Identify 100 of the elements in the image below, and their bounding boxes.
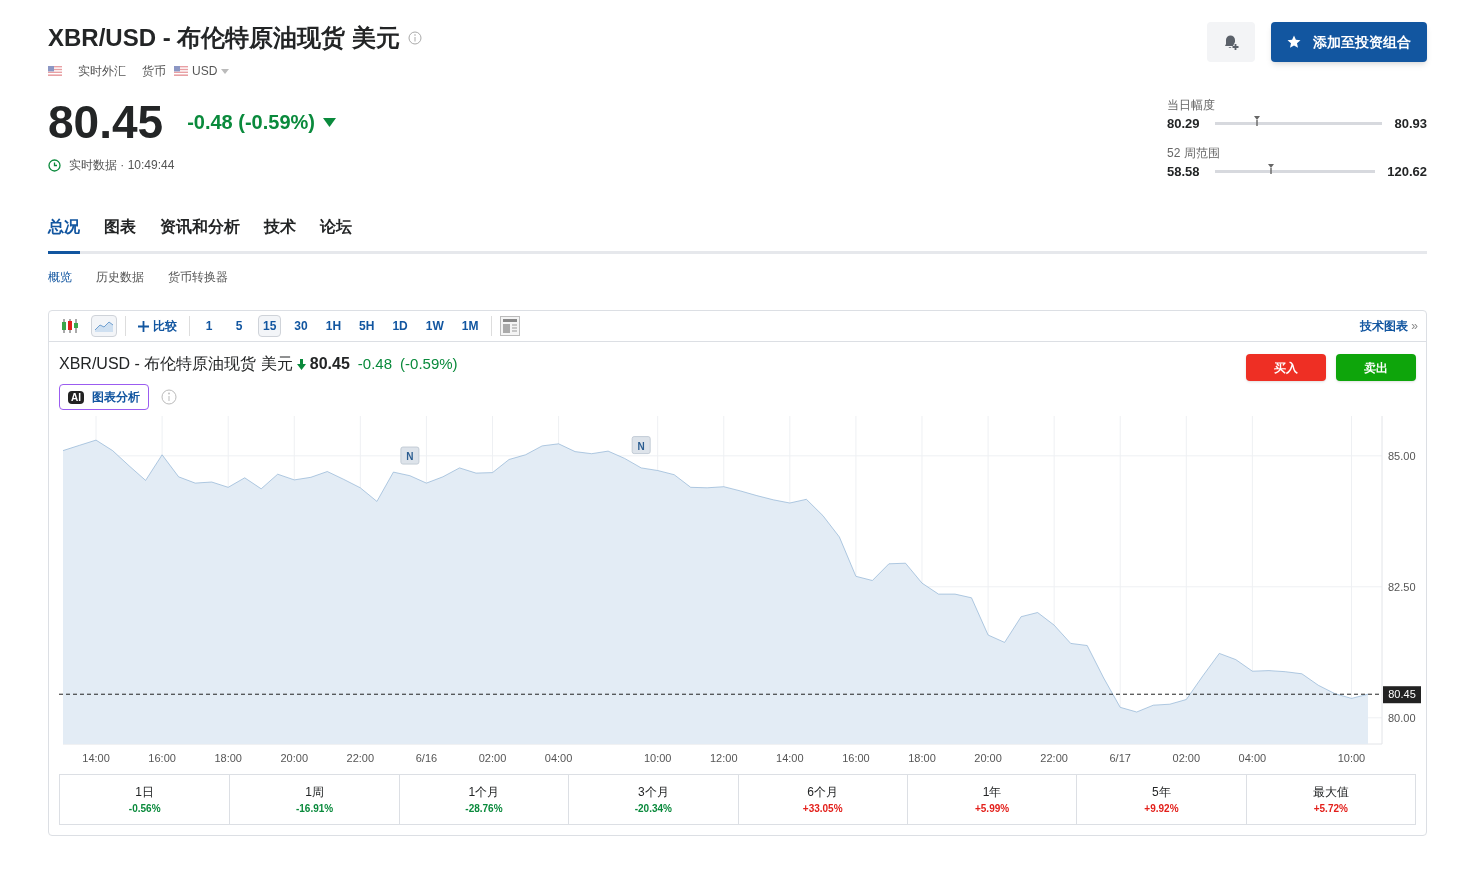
- last-price: 80.45: [48, 96, 164, 148]
- current-price-tag: 80.45: [1383, 686, 1421, 704]
- chart-change-percent: (-0.59%): [400, 353, 458, 374]
- news-marker[interactable]: N: [631, 436, 651, 455]
- period-label: 5年: [1152, 784, 1171, 801]
- nav-tab[interactable]: 总况: [48, 215, 80, 254]
- interval-button[interactable]: 15: [258, 315, 282, 337]
- annotation: N: [637, 440, 645, 452]
- x-axis-label: 6/17: [1109, 752, 1131, 764]
- range-label: 52 周范围: [1167, 144, 1221, 162]
- x-axis-label: 14:00: [776, 752, 804, 764]
- period-label: 1日: [135, 784, 155, 801]
- info-icon[interactable]: [408, 31, 422, 45]
- period-change: +5.72%: [1313, 802, 1348, 816]
- period-label: 1周: [305, 784, 324, 801]
- clock-icon: [48, 158, 61, 172]
- technical-chart-link[interactable]: 技术图表 »: [1359, 317, 1418, 335]
- period-change: +9.92%: [1144, 802, 1179, 816]
- x-axis-label: 14:00: [82, 752, 110, 764]
- x-axis-label: 04:00: [544, 752, 573, 764]
- category-label: 货币: [142, 63, 166, 80]
- period-label: 最大值: [1312, 784, 1349, 801]
- chart-price: 80.45: [309, 354, 350, 374]
- layout-icon[interactable]: [500, 316, 521, 336]
- news-marker[interactable]: N: [400, 446, 420, 465]
- nav-tab[interactable]: 论坛: [320, 215, 352, 254]
- x-axis-label: 12:00: [710, 752, 738, 764]
- period-cell[interactable]: 1周 -16.91%: [229, 775, 399, 824]
- period-cell[interactable]: 1年 +5.99%: [906, 775, 1077, 824]
- x-axis-label: 20:00: [280, 752, 309, 764]
- market-label: 实时外汇: [78, 63, 126, 80]
- data-status: 实时数据 · 10:49:44: [69, 157, 175, 174]
- x-axis-label: 6/16: [415, 752, 438, 764]
- period-label: 6个月: [807, 784, 839, 801]
- x-axis-label: 02:00: [1172, 752, 1201, 764]
- period-change: +33.05%: [802, 802, 843, 816]
- interval-button[interactable]: 1D: [387, 315, 413, 337]
- period-change: +5.99%: [974, 802, 1010, 816]
- interval-button[interactable]: 1: [198, 315, 220, 337]
- range-high: 80.93: [1394, 115, 1427, 133]
- annotation: N: [406, 451, 414, 463]
- x-axis-label: 18:00: [908, 752, 936, 764]
- period-change: -20.34%: [634, 802, 672, 816]
- compare-button[interactable]: 比较: [134, 317, 181, 335]
- buy-button[interactable]: 买入: [1246, 354, 1326, 381]
- range-low: 80.29: [1167, 115, 1201, 133]
- nav-tab[interactable]: 图表: [104, 215, 136, 254]
- chart-change: -0.48: [357, 353, 393, 374]
- period-label: 1年: [982, 784, 1002, 801]
- x-axis-label: 10:00: [1337, 752, 1366, 764]
- period-change: -16.91%: [295, 802, 334, 816]
- y-axis-label: 82.50: [1388, 580, 1416, 593]
- interval-button[interactable]: 5: [228, 315, 250, 337]
- period-cell[interactable]: 5年 +9.92%: [1076, 775, 1246, 824]
- x-axis-label: 18:00: [214, 752, 242, 764]
- bell-plus-icon: [1222, 33, 1240, 51]
- range-high: 120.62: [1387, 162, 1427, 181]
- period-cell[interactable]: 最大值 +5.72%: [1245, 775, 1415, 824]
- nav-tab[interactable]: 资讯和分析: [160, 215, 240, 254]
- plus-icon: [138, 320, 149, 332]
- period-cell[interactable]: 1个月 -28.76%: [398, 775, 569, 824]
- x-axis-label: 02:00: [478, 752, 507, 764]
- y-axis-label: 85.00: [1388, 449, 1416, 462]
- currency-dropdown[interactable]: USD: [174, 62, 230, 80]
- x-axis-label: 20:00: [974, 752, 1002, 764]
- interval-button[interactable]: 1W: [420, 315, 449, 337]
- sub-tab[interactable]: 概览: [48, 268, 72, 286]
- ref-line-label: 80.45: [1388, 688, 1416, 701]
- interval-button[interactable]: 1H: [320, 315, 347, 337]
- x-axis-label: 16:00: [842, 752, 870, 764]
- us-flag-icon: [174, 66, 188, 76]
- nav-tab[interactable]: 技术: [264, 215, 296, 254]
- star-icon: [1287, 35, 1301, 49]
- period-change: -28.76%: [465, 802, 503, 816]
- x-axis-label: 10:00: [643, 752, 672, 764]
- us-flag-icon: [48, 66, 62, 76]
- period-change: -0.56%: [128, 802, 161, 816]
- interval-button[interactable]: 30: [289, 315, 313, 337]
- range-low: 58.58: [1167, 162, 1201, 181]
- alert-button[interactable]: [1207, 22, 1255, 62]
- period-cell[interactable]: 3个月 -20.34%: [568, 775, 738, 824]
- period-label: 1个月: [468, 784, 500, 801]
- price-change: -0.48 (-0.59%): [187, 110, 315, 135]
- x-axis-label: 22:00: [346, 752, 375, 764]
- period-cell[interactable]: 6个月 +33.05%: [737, 775, 907, 824]
- x-axis-label: 04:00: [1238, 752, 1267, 764]
- range-label: 当日幅度: [1167, 97, 1216, 114]
- sub-tab[interactable]: 历史数据: [96, 268, 144, 286]
- interval-button[interactable]: 5H: [354, 315, 380, 337]
- period-cell[interactable]: 1日 -0.56%: [60, 775, 230, 824]
- interval-button[interactable]: 1M: [456, 315, 484, 337]
- ai-badge: AI: [68, 390, 84, 404]
- sub-tab[interactable]: 货币转换器: [168, 268, 228, 286]
- caret-icon: [221, 68, 230, 74]
- chart-title: XBR/USD - 布伦特原油现货 美元: [59, 354, 293, 374]
- add-to-portfolio-button[interactable]: 添加至投资组合: [1271, 22, 1427, 62]
- area-chart-icon[interactable]: [91, 315, 117, 337]
- x-axis-label: 22:00: [1040, 752, 1068, 764]
- ai-analysis-button[interactable]: AI 图表分析: [59, 384, 149, 410]
- x-axis-label: 16:00: [148, 752, 176, 764]
